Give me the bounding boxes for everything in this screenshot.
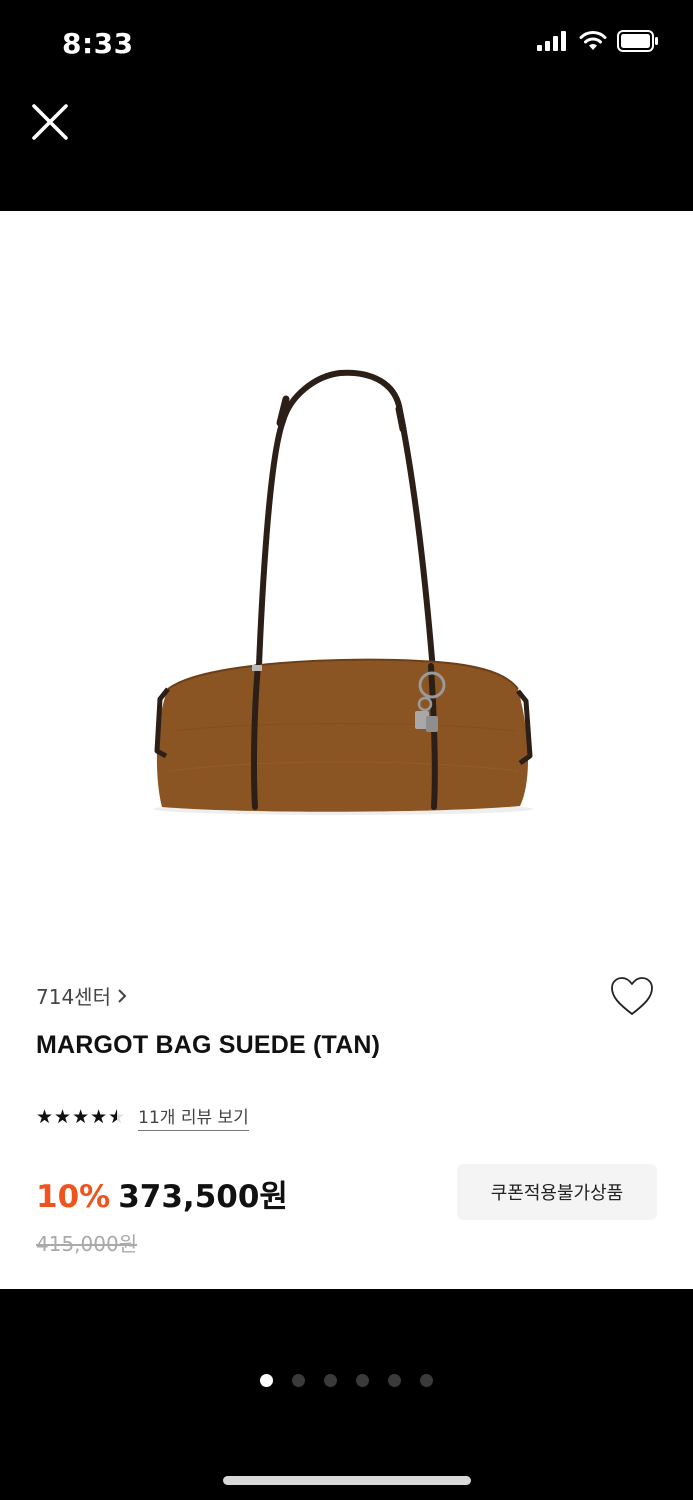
wifi-icon [579, 31, 607, 50]
pager-dot[interactable] [260, 1374, 273, 1387]
cellular-signal-icon [537, 31, 566, 51]
pager-dot[interactable] [388, 1374, 401, 1387]
battery-icon [617, 30, 658, 52]
pager-dot[interactable] [356, 1374, 369, 1387]
coupon-badge: 쿠폰적용불가상품 [457, 1164, 657, 1220]
gallery-pager [0, 1374, 693, 1387]
status-time: 8:33 [62, 27, 134, 60]
chevron-right-icon [118, 988, 127, 1003]
star-icons-filled: ★★★★★ [36, 1107, 117, 1127]
pager-dot[interactable] [420, 1374, 433, 1387]
discount-rate: 10% [36, 1179, 111, 1215]
store-name: 714센터 [36, 985, 111, 1009]
original-price: 415,000원 [36, 1232, 138, 1256]
product-image[interactable] [0, 211, 693, 941]
review-link[interactable]: 11개 리뷰 보기 [138, 1103, 249, 1131]
product-title: MARGOT BAG SUEDE (TAN) [36, 1031, 381, 1059]
pager-dot[interactable] [324, 1374, 337, 1387]
close-icon [32, 104, 68, 140]
rating-stars: ★★★★★ ★★★★★ [36, 1107, 126, 1127]
status-bar: 8:33 [0, 0, 693, 90]
price-row: 10% 373,500원 [36, 1171, 288, 1216]
rating: ★★★★★ ★★★★★ 11개 리뷰 보기 [36, 1103, 249, 1131]
product-card: 714센터 MARGOT BAG SUEDE (TAN) ★★★★★ ★★★★★… [0, 211, 693, 1289]
pager-dot[interactable] [292, 1374, 305, 1387]
store-link[interactable]: 714센터 [36, 981, 127, 1010]
sale-price: 373,500원 [118, 1179, 288, 1215]
status-icons [537, 30, 659, 52]
heart-outline-icon [611, 977, 653, 1015]
wishlist-button[interactable] [609, 975, 655, 1017]
close-button[interactable] [28, 100, 72, 144]
home-indicator[interactable] [223, 1476, 471, 1485]
